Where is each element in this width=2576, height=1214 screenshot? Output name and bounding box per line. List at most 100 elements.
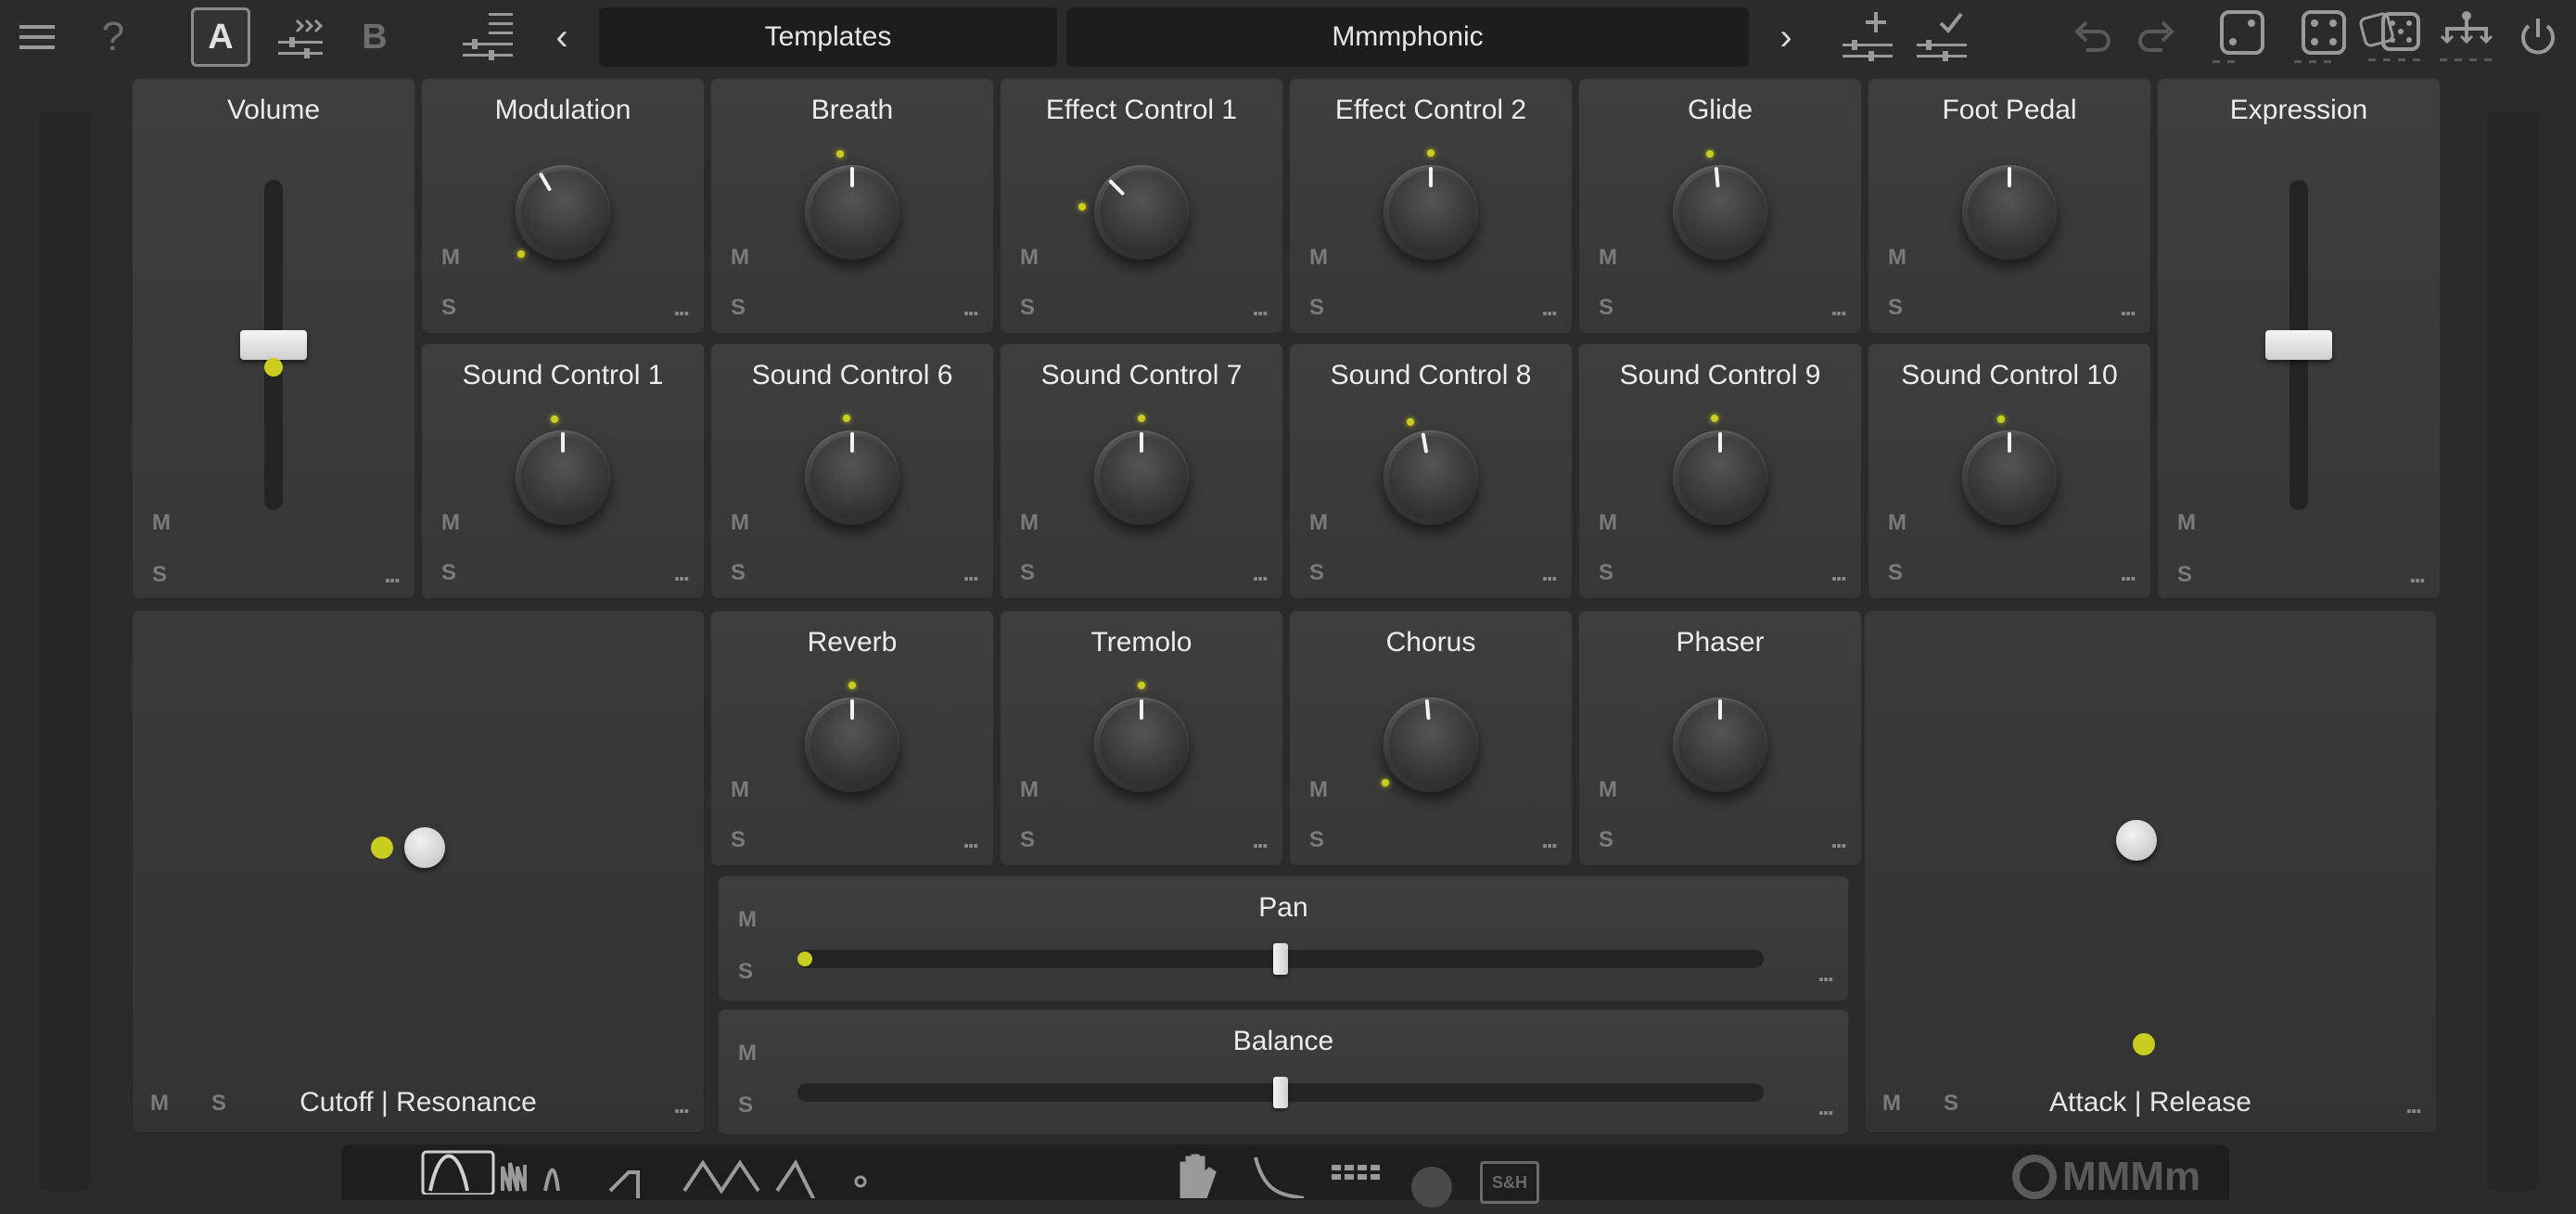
solo-button[interactable]: S	[738, 959, 753, 985]
mute-button[interactable]: M	[150, 1091, 169, 1117]
sample-and-hold-icon[interactable]: S&H	[1480, 1161, 1539, 1204]
prev-preset-icon[interactable]: ‹	[549, 7, 575, 67]
menu-icon[interactable]	[19, 7, 56, 67]
mute-button[interactable]: M	[2177, 510, 2196, 536]
solo-button[interactable]: S	[152, 562, 167, 588]
sc6-knob[interactable]	[805, 430, 899, 525]
solo-button[interactable]: S	[1020, 560, 1035, 586]
sc9-knob[interactable]	[1673, 430, 1767, 525]
mute-button[interactable]: M	[441, 245, 460, 271]
more-options-button[interactable]: ...	[2120, 293, 2136, 322]
sc8-knob[interactable]	[1384, 430, 1478, 525]
solo-button[interactable]: S	[1309, 295, 1324, 321]
more-options-button[interactable]: ...	[1830, 558, 1847, 587]
more-options-button[interactable]: ...	[963, 293, 979, 322]
tremolo-knob[interactable]	[1094, 697, 1189, 792]
copy-a-to-b-icon[interactable]	[274, 7, 326, 67]
solo-button[interactable]: S	[731, 560, 746, 586]
mute-button[interactable]: M	[1888, 510, 1906, 536]
sc7-knob[interactable]	[1094, 430, 1189, 525]
more-options-button[interactable]: ...	[384, 560, 401, 589]
randomize-all-icon[interactable]	[2359, 7, 2426, 67]
more-options-button[interactable]: ...	[1830, 293, 1847, 322]
foot-knob[interactable]	[1962, 165, 2057, 260]
randomize-icon[interactable]	[2213, 7, 2270, 67]
more-options-button[interactable]: ...	[673, 558, 690, 587]
solo-button[interactable]: S	[1020, 295, 1035, 321]
solo-button[interactable]: S	[1599, 827, 1613, 853]
mute-button[interactable]: M	[1309, 245, 1328, 271]
xy-pad-xy_left[interactable]: Cutoff | Resonance M S...	[132, 610, 705, 1133]
solo-button[interactable]: S	[731, 295, 746, 321]
more-options-button[interactable]: ...	[1817, 959, 1834, 988]
curve-icon[interactable]	[1252, 1154, 1307, 1203]
more-options-button[interactable]: ...	[1541, 558, 1558, 587]
more-options-button[interactable]: ...	[1541, 825, 1558, 854]
more-options-button[interactable]: ...	[1252, 558, 1269, 587]
expression-slider-thumb[interactable]	[2265, 330, 2332, 360]
more-options-button[interactable]: ...	[963, 825, 979, 854]
save-preset-icon[interactable]	[1914, 7, 1970, 67]
mute-button[interactable]: M	[441, 510, 460, 536]
mute-button[interactable]: M	[731, 510, 749, 536]
sc10-knob[interactable]	[1962, 430, 2057, 525]
solo-button[interactable]: S	[1888, 295, 1903, 321]
more-options-button[interactable]: ...	[963, 558, 979, 587]
mute-button[interactable]: M	[1020, 777, 1039, 803]
chorus-knob[interactable]	[1384, 697, 1478, 792]
more-options-button[interactable]: ...	[1830, 825, 1847, 854]
effect1-knob[interactable]	[1094, 165, 1189, 260]
preset-list-icon[interactable]	[460, 7, 516, 67]
mute-button[interactable]: M	[1020, 510, 1039, 536]
mute-button[interactable]: M	[738, 907, 757, 933]
mute-button[interactable]: M	[1888, 245, 1906, 271]
more-options-button[interactable]: ...	[1252, 293, 1269, 322]
undo-icon[interactable]	[2070, 7, 2114, 67]
xy-handle[interactable]	[404, 827, 445, 868]
breath-knob[interactable]	[805, 165, 899, 260]
b-button[interactable]: B	[356, 7, 393, 67]
mute-button[interactable]: M	[1309, 777, 1328, 803]
glide-knob[interactable]	[1673, 165, 1767, 260]
next-preset-icon[interactable]: ›	[1773, 7, 1799, 67]
mute-button[interactable]: M	[738, 1041, 757, 1067]
power-icon[interactable]	[2515, 7, 2561, 67]
mute-button[interactable]: M	[1599, 245, 1617, 271]
randomize-more-icon[interactable]	[2294, 7, 2352, 67]
solo-button[interactable]: S	[1944, 1091, 1958, 1117]
more-options-button[interactable]: ...	[2405, 1091, 2422, 1119]
mute-button[interactable]: M	[1309, 510, 1328, 536]
lfo-icon[interactable]	[421, 1150, 495, 1199]
random-dot-icon[interactable]	[1409, 1165, 1454, 1214]
solo-button[interactable]: S	[1599, 560, 1613, 586]
step-sequencer-icon[interactable]	[1332, 1165, 1384, 1188]
mute-button[interactable]: M	[1882, 1091, 1901, 1117]
more-options-button[interactable]: ...	[2409, 560, 2426, 589]
wave-shapes-icon[interactable]	[499, 1154, 1000, 1203]
effect2-knob[interactable]	[1384, 165, 1478, 260]
xy-pad-xy_right[interactable]: Attack | Release M S...	[1864, 610, 2437, 1133]
mute-button[interactable]: M	[1020, 245, 1039, 271]
solo-button[interactable]: S	[1888, 560, 1903, 586]
help-icon[interactable]: ?	[96, 7, 130, 67]
solo-button[interactable]: S	[441, 560, 456, 586]
xy-handle[interactable]	[2116, 820, 2157, 861]
more-options-button[interactable]: ...	[1541, 293, 1558, 322]
more-options-button[interactable]: ...	[1252, 825, 1269, 854]
solo-button[interactable]: S	[1020, 827, 1035, 853]
preset-category-selector[interactable]: Templates	[599, 7, 1057, 67]
solo-button[interactable]: S	[1309, 560, 1324, 586]
preset-name-selector[interactable]: Mmmphonic	[1066, 7, 1749, 67]
envelope-hand-icon[interactable]	[1176, 1154, 1222, 1203]
mute-button[interactable]: M	[1599, 510, 1617, 536]
more-options-button[interactable]: ...	[673, 1091, 690, 1119]
mute-button[interactable]: M	[731, 245, 749, 271]
pan-slider-thumb[interactable]	[1273, 943, 1288, 975]
mute-button[interactable]: M	[1599, 777, 1617, 803]
routing-icon[interactable]	[2439, 7, 2494, 67]
solo-button[interactable]: S	[1309, 827, 1324, 853]
redo-icon[interactable]	[2135, 7, 2179, 67]
solo-button[interactable]: S	[2177, 562, 2192, 588]
mute-button[interactable]: M	[731, 777, 749, 803]
modulation-knob[interactable]	[516, 165, 610, 260]
